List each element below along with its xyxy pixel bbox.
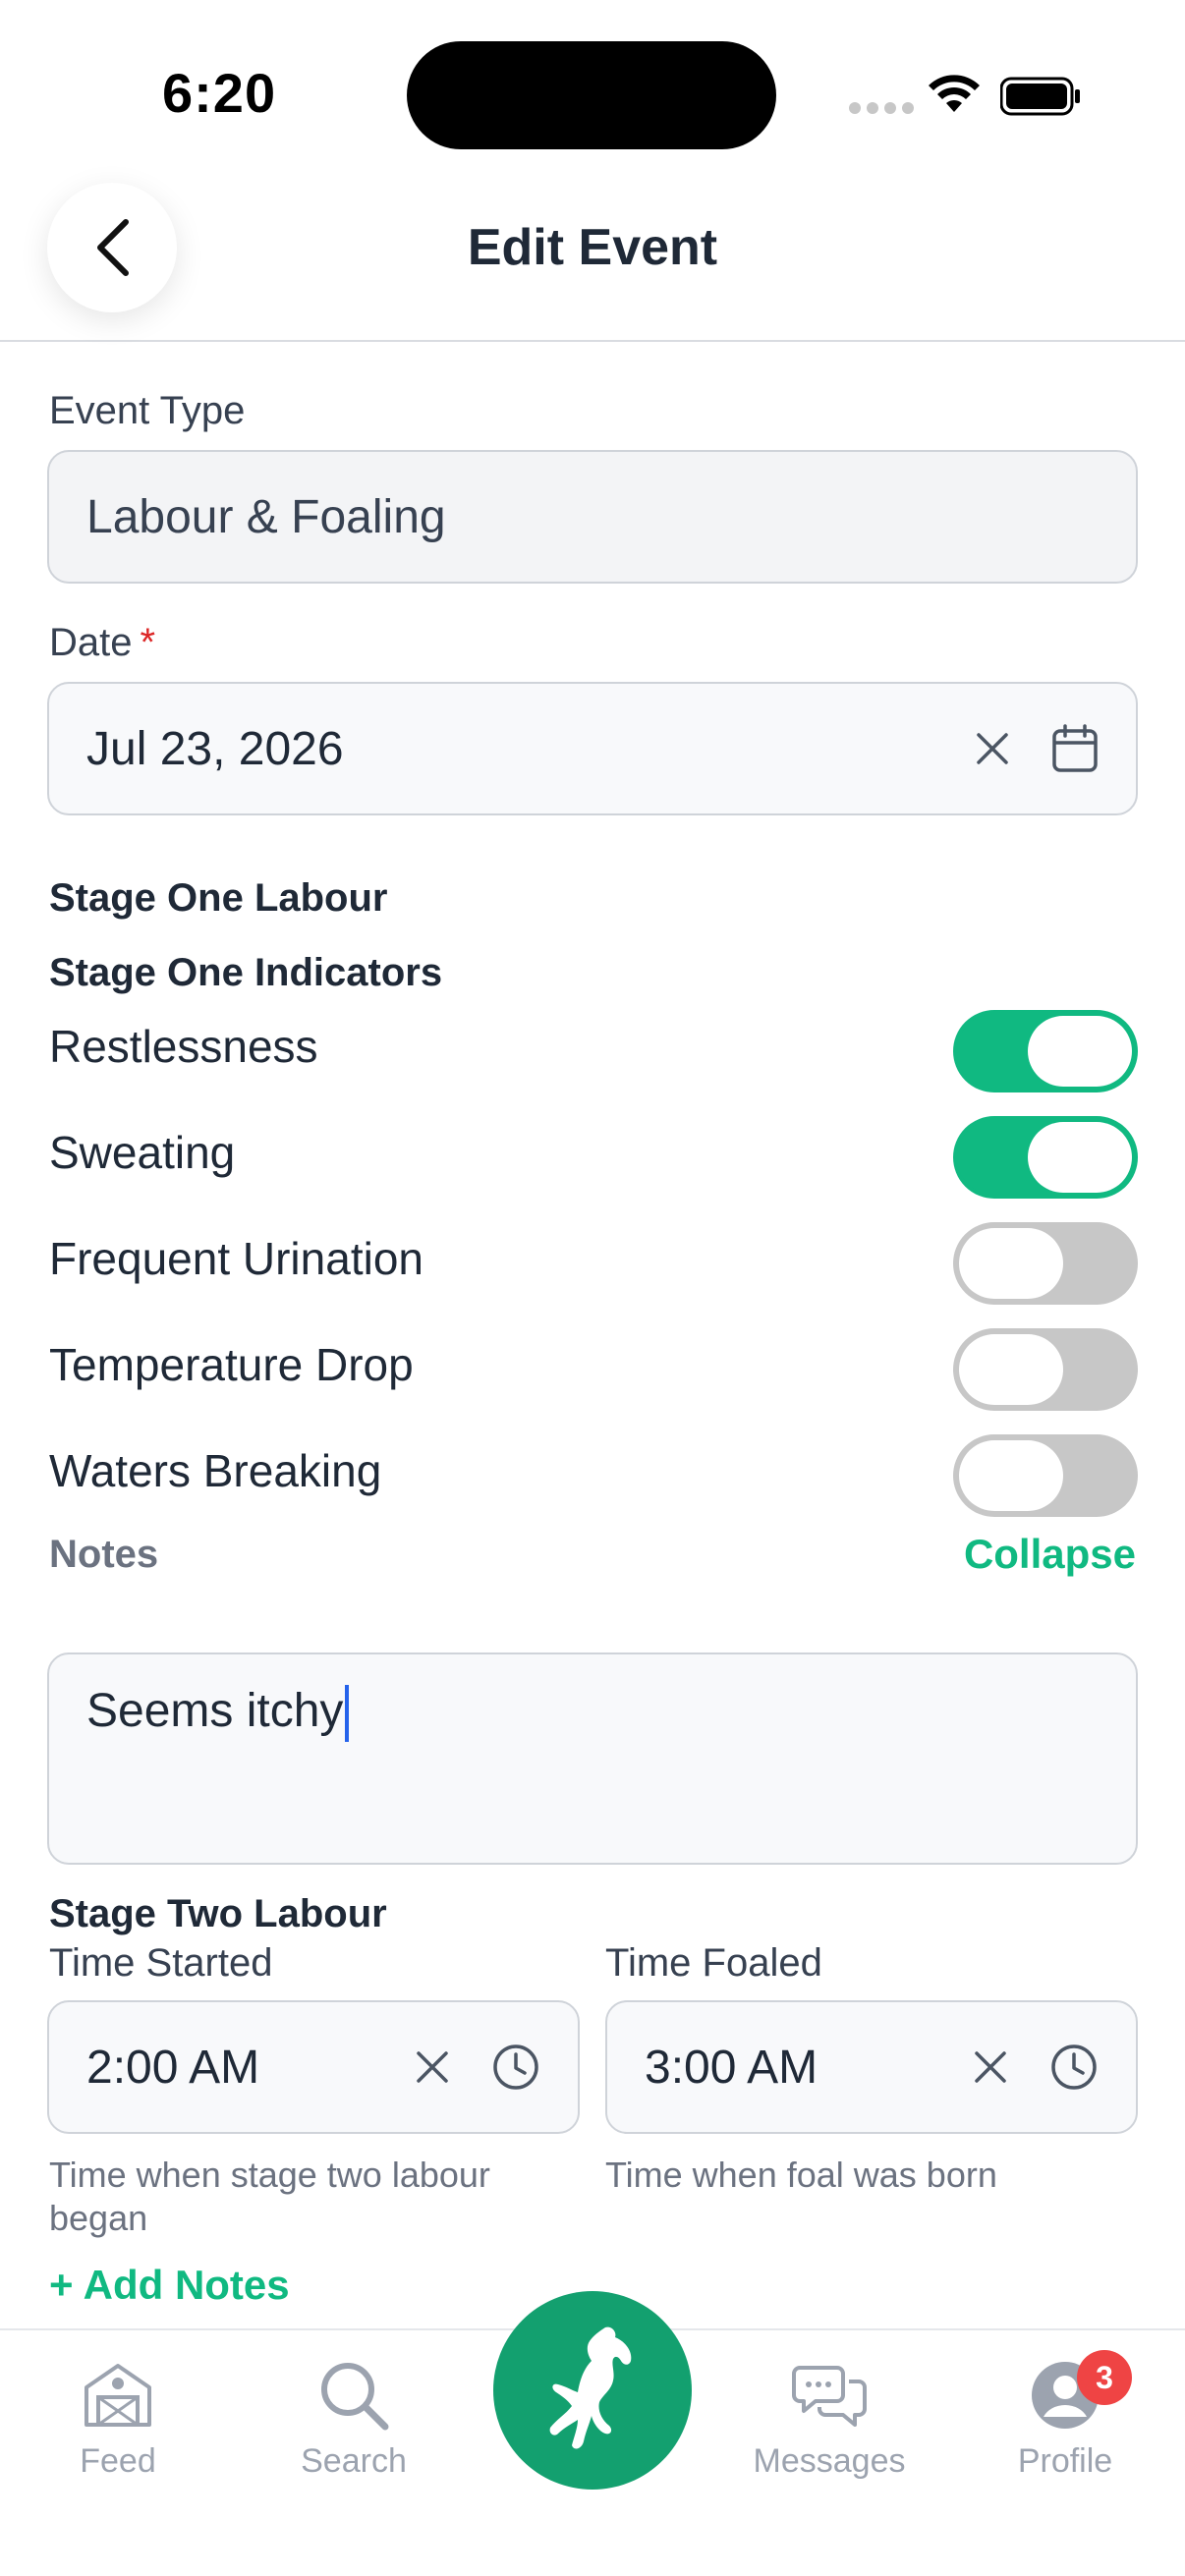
tab-label: Messages — [753, 2442, 906, 2480]
tab-search[interactable]: Search — [255, 2358, 452, 2481]
toggle-label: Sweating — [49, 1127, 236, 1178]
tab-profile[interactable]: Profile — [967, 2358, 1163, 2481]
tab-label: Feed — [80, 2442, 156, 2480]
barn-icon — [85, 2364, 151, 2427]
time-started-helper: Time when stage two labour began — [49, 2155, 490, 2238]
event-type-value: Labour & Foaling — [86, 490, 446, 543]
clear-icon[interactable] — [413, 2047, 452, 2087]
time-foaled-label: Time Foaled — [605, 1941, 822, 1985]
notes-textarea[interactable]: Seems itchy — [47, 1652, 1138, 1865]
tab-messages[interactable]: Messages — [731, 2358, 928, 2481]
tab-label: Search — [301, 2442, 407, 2480]
cellular-signal-icon — [849, 102, 914, 114]
time-foaled-value: 3:00 AM — [645, 2041, 818, 2094]
stage-one-heading: Stage One Labour — [49, 876, 388, 920]
time-started-value: 2:00 AM — [86, 2041, 260, 2094]
stage-one-indicators-heading: Stage One Indicators — [49, 951, 443, 994]
clear-icon[interactable] — [973, 729, 1012, 768]
toggle-row-sweating: Sweating — [49, 1116, 1138, 1199]
dynamic-island — [407, 41, 776, 149]
notes-value: Seems itchy — [86, 1685, 344, 1737]
clock-icon[interactable] — [491, 2043, 540, 2092]
horse-fab-button[interactable] — [493, 2291, 692, 2490]
toggle-label: Temperature Drop — [49, 1339, 414, 1390]
status-bar: 6:20 — [0, 0, 1185, 167]
waters-breaking-toggle[interactable] — [953, 1434, 1138, 1517]
tab-label: Profile — [1017, 2442, 1113, 2480]
text-caret — [345, 1685, 350, 1743]
calendar-icon[interactable] — [1051, 724, 1099, 773]
event-type-label: Event Type — [49, 389, 246, 432]
toggle-label: Restlessness — [49, 1021, 318, 1072]
time-foaled-helper: Time when foal was born — [605, 2155, 997, 2195]
event-type-field[interactable]: Labour & Foaling — [47, 450, 1138, 584]
wifi-icon — [929, 75, 980, 112]
time-started-label: Time Started — [49, 1941, 273, 1985]
profile-notification-badge: 3 — [1077, 2350, 1132, 2405]
tab-feed[interactable]: Feed — [20, 2358, 216, 2481]
date-value: Jul 23, 2026 — [86, 722, 344, 775]
clock-icon[interactable] — [1049, 2043, 1099, 2092]
clear-icon[interactable] — [971, 2047, 1010, 2087]
add-notes-button[interactable]: + Add Notes — [49, 2262, 290, 2309]
notes-label: Notes — [49, 1533, 159, 1576]
battery-icon — [1000, 77, 1080, 116]
sweating-toggle[interactable] — [953, 1116, 1138, 1199]
date-label-text: Date — [49, 621, 133, 664]
frequent-urination-toggle[interactable] — [953, 1222, 1138, 1305]
stage-two-heading: Stage Two Labour — [49, 1892, 387, 1935]
toggle-label: Frequent Urination — [49, 1233, 423, 1284]
toggle-row-frequent-urination: Frequent Urination — [49, 1222, 1138, 1305]
restlessness-toggle[interactable] — [953, 1010, 1138, 1092]
collapse-link[interactable]: Collapse — [964, 1531, 1136, 1578]
toggle-row-restlessness: Restlessness — [49, 1010, 1138, 1092]
time-foaled-field[interactable]: 3:00 AM — [605, 2000, 1138, 2134]
temperature-drop-toggle[interactable] — [953, 1328, 1138, 1411]
required-mark: * — [140, 621, 156, 664]
date-label: Date * — [49, 621, 155, 665]
date-field[interactable]: Jul 23, 2026 — [47, 682, 1138, 815]
status-time: 6:20 — [162, 62, 277, 124]
time-started-field[interactable]: 2:00 AM — [47, 2000, 580, 2134]
header: Edit Event — [0, 167, 1185, 342]
toggle-row-temperature-drop: Temperature Drop — [49, 1328, 1138, 1411]
chat-icon — [792, 2366, 867, 2427]
toggle-label: Waters Breaking — [49, 1445, 382, 1496]
toggle-row-waters-breaking: Waters Breaking — [49, 1434, 1138, 1517]
search-icon — [321, 2363, 389, 2431]
horse-icon — [549, 2326, 632, 2449]
page-title: Edit Event — [467, 219, 718, 276]
